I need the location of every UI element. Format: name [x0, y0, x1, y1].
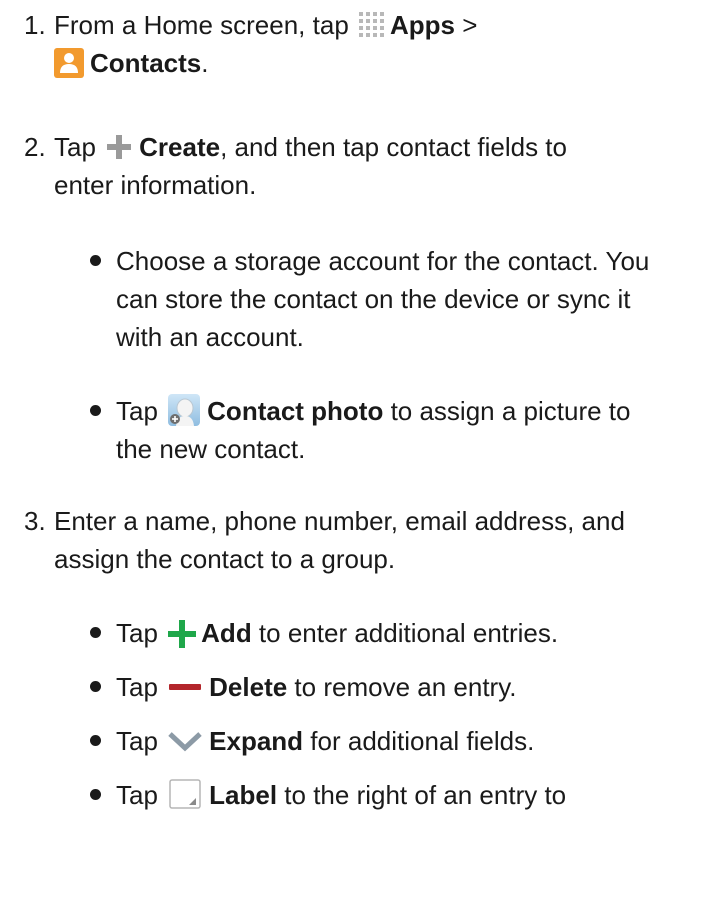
label-label: Label [209, 780, 278, 810]
bullet-dot [90, 405, 101, 416]
bullet-text: Tap Delete to remove an entry. [116, 668, 670, 706]
step-text-part: enter information. [54, 170, 257, 200]
step-text: Tap Create, and then tap contact fields … [54, 128, 684, 204]
contact-photo-label: Contact photo [207, 396, 384, 426]
bullet-text: Choose a storage account for the contact… [116, 242, 670, 356]
add-label: Add [201, 618, 252, 648]
step-number: 2. [24, 132, 46, 162]
bullet-text: Tap Add to enter additional entries. [116, 614, 670, 652]
bullet-delete: Tap Delete to remove an entry. [90, 668, 670, 706]
step-text-part: assign the contact to a group. [54, 544, 396, 574]
bullet-contact-photo: Tap Contact photo to assign a picture to… [90, 392, 670, 468]
instructions-page: 1. From a Home screen, tap Apps > Contac… [0, 0, 702, 915]
step-number: 1. [24, 10, 46, 40]
bullet-line: with an account. [116, 322, 304, 352]
step-text-part: > [455, 10, 478, 40]
step-number: 3. [24, 506, 46, 536]
step-text-part: Tap [54, 132, 104, 162]
step-3: 3. Enter a name, phone number, email add… [24, 502, 684, 578]
bullet-add: Tap Add to enter additional entries. [90, 614, 670, 652]
plus-icon [105, 133, 133, 161]
bullet-line: Choose a storage account for the contact… [116, 246, 650, 276]
apps-label: Apps [390, 10, 455, 40]
step-1: 1. From a Home screen, tap Apps > Contac… [24, 6, 684, 82]
step-text-part: , and then tap contact fields to [220, 132, 567, 162]
bullet-line: can store the contact on the device or s… [116, 284, 631, 314]
bullet-expand: Tap Expand for additional fields. [90, 722, 670, 760]
bullet-text-part: Tap [116, 780, 166, 810]
bullet-text-part: to assign a picture to [383, 396, 631, 426]
red-minus-icon [167, 673, 203, 701]
bullet-dot [90, 255, 101, 266]
step-text: From a Home screen, tap Apps > Contacts. [54, 6, 684, 82]
green-plus-icon [167, 619, 197, 649]
bullet-text-part: Tap [116, 618, 166, 648]
expand-label: Expand [209, 726, 304, 756]
chevron-down-icon [167, 727, 203, 755]
contacts-label: Contacts [90, 48, 202, 78]
bullet-text-part: Tap [116, 672, 166, 702]
step-text-part: From a Home screen, tap [54, 10, 356, 40]
bullet-text-part: Tap [116, 726, 166, 756]
step-text: Enter a name, phone number, email addres… [54, 502, 684, 578]
bullet-text: Tap Contact photo to assign a picture to… [116, 392, 670, 468]
bullet-text: Tap Expand for additional fields. [116, 722, 670, 760]
bullet-dot [90, 681, 101, 692]
bullet-line: the new contact. [116, 434, 306, 464]
bullet-text: Tap Label to the right of an entry to [116, 776, 670, 814]
bullet-label: Tap Label to the right of an entry to [90, 776, 670, 814]
delete-label: Delete [209, 672, 288, 702]
bullet-text-part: to remove an entry. [287, 672, 517, 702]
step-text-part: . [201, 48, 209, 78]
bullet-text-part: Tap [116, 396, 166, 426]
bullet-text-part: for additional fields. [303, 726, 535, 756]
bullet-text-part: to enter additional entries. [251, 618, 559, 648]
create-label: Create [139, 132, 221, 162]
step-2: 2. Tap Create, and then tap contact fiel… [24, 128, 684, 204]
contact-photo-icon [167, 393, 201, 427]
bullet-dot [90, 627, 101, 638]
bullet-text-part: to the right of an entry to [277, 780, 567, 810]
contacts-icon [54, 48, 84, 79]
label-corner-icon [169, 779, 201, 809]
bullet-dot [90, 789, 101, 800]
bullet-storage: Choose a storage account for the contact… [90, 242, 670, 356]
step-text-part: Enter a name, phone number, email addres… [54, 506, 625, 536]
apps-grid-icon [358, 11, 386, 39]
bullet-dot [90, 735, 101, 746]
